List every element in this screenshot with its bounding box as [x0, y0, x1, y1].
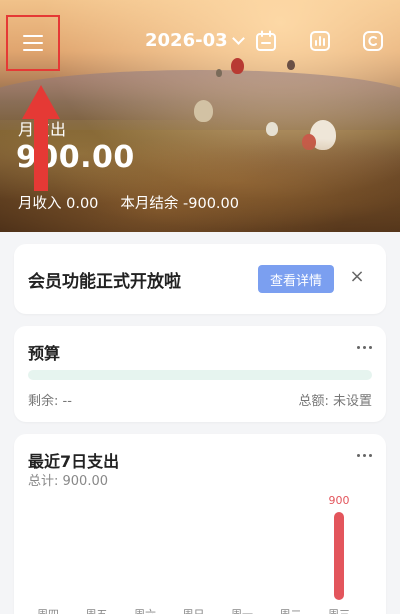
- monthly-summary: 月收入 0.00 本月结余 -900.00: [18, 192, 261, 213]
- x-tick-周一: 周一: [231, 608, 253, 614]
- monthly-income: 月收入 0.00: [18, 196, 99, 212]
- balloon-image: [266, 122, 278, 136]
- promo-title: 会员功能正式开放啦: [28, 272, 181, 292]
- budget-total: 总额: 未设置: [298, 394, 372, 409]
- month-label: 2026-03: [145, 30, 228, 51]
- balloon-image: [216, 69, 222, 77]
- red-arrow-annotation: [22, 85, 60, 191]
- month-selector[interactable]: 2026-03: [145, 30, 245, 51]
- view-details-button[interactable]: 查看详情: [258, 265, 334, 293]
- budget-remaining: 剩余: --: [28, 394, 72, 409]
- x-tick-周二: 周二: [280, 608, 302, 614]
- balloon-image: [194, 100, 213, 122]
- bar-chart-icon[interactable]: [309, 30, 331, 52]
- weekly-expense-chart: 周四 周五 周六 周日 周一 周二 900 周三: [37, 494, 350, 614]
- coin-icon[interactable]: [362, 30, 384, 52]
- weekly-expense-card[interactable]: 最近7日支出 总计: 900.00 周四周五周六周日周一周二900周三: [14, 434, 386, 614]
- balloon-image: [302, 134, 316, 150]
- budget-card[interactable]: 预算 剩余: -- 总额: 未设置: [14, 326, 386, 422]
- chevron-down-icon: [231, 31, 245, 45]
- membership-promo-card: 会员功能正式开放啦 查看详情 ×: [14, 244, 386, 314]
- x-tick-周五: 周五: [86, 608, 108, 614]
- menu-button[interactable]: [6, 15, 60, 71]
- budget-title: 预算: [28, 344, 61, 363]
- balloon-image: [287, 60, 295, 70]
- x-tick-周六: 周六: [134, 608, 156, 614]
- more-options-icon[interactable]: [357, 340, 373, 354]
- balloon-image: [310, 120, 336, 150]
- calendar-icon[interactable]: [255, 30, 277, 52]
- hamburger-menu-icon: [23, 35, 43, 51]
- balloon-image: [231, 58, 244, 74]
- budget-progress-bar: [28, 370, 372, 380]
- monthly-balance: 本月结余 -900.00: [120, 196, 239, 212]
- x-tick-周四: 周四: [37, 608, 59, 614]
- close-icon[interactable]: ×: [348, 268, 366, 286]
- bar-周三[interactable]: [334, 512, 344, 600]
- x-tick-周三: 周三: [328, 608, 350, 614]
- data-label-周三: 900: [329, 494, 350, 507]
- x-tick-周日: 周日: [183, 608, 205, 614]
